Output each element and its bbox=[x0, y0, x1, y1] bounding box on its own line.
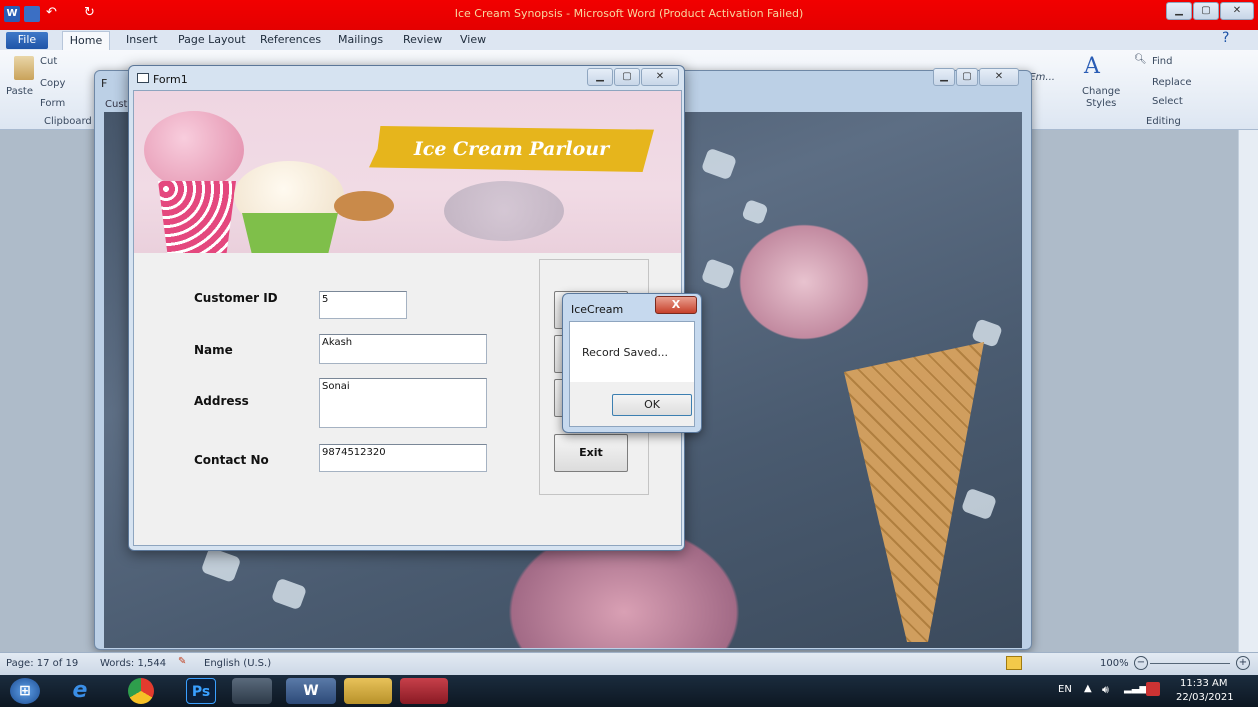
customer-id-label: Customer ID bbox=[194, 291, 278, 305]
help-icon[interactable]: ? bbox=[1222, 30, 1229, 46]
change-styles-label-2[interactable]: Styles bbox=[1086, 98, 1116, 109]
tab-insert[interactable]: Insert bbox=[126, 33, 158, 46]
background-window-title: F bbox=[101, 77, 108, 90]
bg-close-button[interactable]: ✕ bbox=[979, 68, 1019, 86]
change-styles-label[interactable]: Change bbox=[1082, 86, 1120, 97]
language-indicator[interactable]: English (U.S.) bbox=[204, 658, 271, 669]
background-window-controls: ▁ ▢ ✕ bbox=[933, 68, 1025, 88]
print-layout-icon[interactable] bbox=[1006, 656, 1022, 670]
ie-icon[interactable]: e bbox=[60, 678, 100, 704]
maximize-button[interactable]: ▢ bbox=[1193, 2, 1219, 20]
photoshop-icon[interactable]: Ps bbox=[186, 678, 216, 704]
taskbar: ⊞ e Ps W EN ▲ 🔊︎ ▂▃▅ 11:33 AM 22/03/2021 bbox=[0, 675, 1258, 707]
zoom-out-icon[interactable]: − bbox=[1134, 656, 1148, 670]
replace-button[interactable]: Replace bbox=[1152, 77, 1192, 88]
exit-button[interactable]: Exit bbox=[554, 434, 628, 472]
word-title-bar: W ↶ ↻ Ice Cream Synopsis - Microsoft Wor… bbox=[0, 0, 1258, 30]
proofing-icon[interactable]: ✎ bbox=[178, 656, 186, 667]
tab-home[interactable]: Home bbox=[62, 31, 110, 51]
close-button[interactable]: ✕ bbox=[1220, 2, 1254, 20]
clock-time[interactable]: 11:33 AM bbox=[1180, 678, 1227, 689]
word-count[interactable]: Words: 1,544 bbox=[100, 658, 166, 669]
form-icon bbox=[137, 73, 149, 83]
tab-review[interactable]: Review bbox=[403, 33, 442, 46]
clock-date[interactable]: 22/03/2021 bbox=[1176, 692, 1234, 703]
message-box[interactable]: IceCream X Record Saved... OK bbox=[562, 293, 702, 433]
tab-file[interactable]: File bbox=[6, 32, 48, 49]
tab-references[interactable]: References bbox=[260, 33, 321, 46]
explorer-icon[interactable] bbox=[344, 678, 392, 704]
bg-minimize-button[interactable]: ▁ bbox=[933, 68, 955, 86]
tray-arrow-icon[interactable]: ▲ bbox=[1084, 683, 1092, 694]
name-label: Name bbox=[194, 343, 233, 357]
find-button[interactable]: Find bbox=[1152, 56, 1173, 67]
network-icon[interactable]: ▂▃▅ bbox=[1124, 683, 1147, 694]
address-label: Address bbox=[194, 394, 249, 408]
select-button[interactable]: Select bbox=[1152, 96, 1183, 107]
bg-maximize-button[interactable]: ▢ bbox=[956, 68, 978, 86]
background-window-tab[interactable]: Cust bbox=[105, 99, 127, 110]
zoom-in-icon[interactable]: + bbox=[1236, 656, 1250, 670]
tab-mailings[interactable]: Mailings bbox=[338, 33, 383, 46]
app-32-icon[interactable] bbox=[232, 678, 272, 704]
action-center-icon[interactable] bbox=[1146, 682, 1160, 696]
form-title: Form1 bbox=[153, 73, 188, 86]
tab-view[interactable]: View bbox=[460, 33, 486, 46]
name-field[interactable]: Akash bbox=[319, 334, 487, 364]
zoom-level[interactable]: 100% bbox=[1100, 658, 1129, 669]
language-bar[interactable]: EN bbox=[1058, 684, 1072, 695]
word-taskbar-icon[interactable]: W bbox=[286, 678, 336, 704]
clipboard-group-label: Clipboard bbox=[44, 116, 92, 127]
page-count[interactable]: Page: 17 of 19 bbox=[6, 658, 78, 669]
access-icon[interactable] bbox=[400, 678, 448, 704]
message-box-body: Record Saved... OK bbox=[569, 321, 695, 427]
word-window-title: Ice Cream Synopsis - Microsoft Word (Pro… bbox=[454, 7, 804, 20]
find-icon[interactable]: 🔍︎ bbox=[1134, 54, 1147, 65]
vertical-scrollbar[interactable] bbox=[1238, 130, 1258, 652]
form-minimize-button[interactable]: ▁ bbox=[587, 68, 613, 86]
message-text: Record Saved... bbox=[582, 346, 668, 359]
ribbon-tabs: File Home Insert Page Layout References … bbox=[0, 30, 1258, 51]
customer-id-field[interactable]: 5 bbox=[319, 291, 407, 319]
start-button[interactable]: ⊞ bbox=[10, 678, 40, 704]
contact-no-field[interactable]: 9874512320 bbox=[319, 444, 487, 472]
banner-title: Ice Cream Parlour bbox=[369, 126, 654, 172]
ice-cream-banner: Ice Cream Parlour bbox=[134, 91, 681, 253]
message-box-title: IceCream bbox=[571, 303, 624, 316]
form-close-button[interactable]: ✕ bbox=[641, 68, 679, 86]
tab-page-layout[interactable]: Page Layout bbox=[178, 33, 246, 46]
chrome-icon[interactable] bbox=[128, 678, 154, 704]
volume-icon[interactable]: 🔊︎ bbox=[1102, 683, 1109, 697]
paste-label[interactable]: Paste bbox=[6, 86, 33, 97]
format-painter-button[interactable]: Form bbox=[40, 98, 65, 109]
copy-button[interactable]: Copy bbox=[40, 78, 65, 89]
ok-button[interactable]: OK bbox=[612, 394, 692, 416]
address-field[interactable]: Sonai bbox=[319, 378, 487, 428]
form-maximize-button[interactable]: ▢ bbox=[614, 68, 640, 86]
status-bar: Page: 17 of 19 Words: 1,544 ✎ English (U… bbox=[0, 652, 1258, 675]
editing-group-label: Editing bbox=[1146, 116, 1181, 127]
message-box-close-button[interactable]: X bbox=[655, 296, 697, 314]
contact-no-label: Contact No bbox=[194, 453, 269, 467]
change-styles-icon[interactable]: A bbox=[1084, 54, 1100, 79]
zoom-slider[interactable] bbox=[1150, 663, 1230, 664]
minimize-button[interactable]: ▁ bbox=[1166, 2, 1192, 20]
paste-icon[interactable] bbox=[14, 56, 34, 80]
cut-button[interactable]: Cut bbox=[40, 56, 57, 67]
